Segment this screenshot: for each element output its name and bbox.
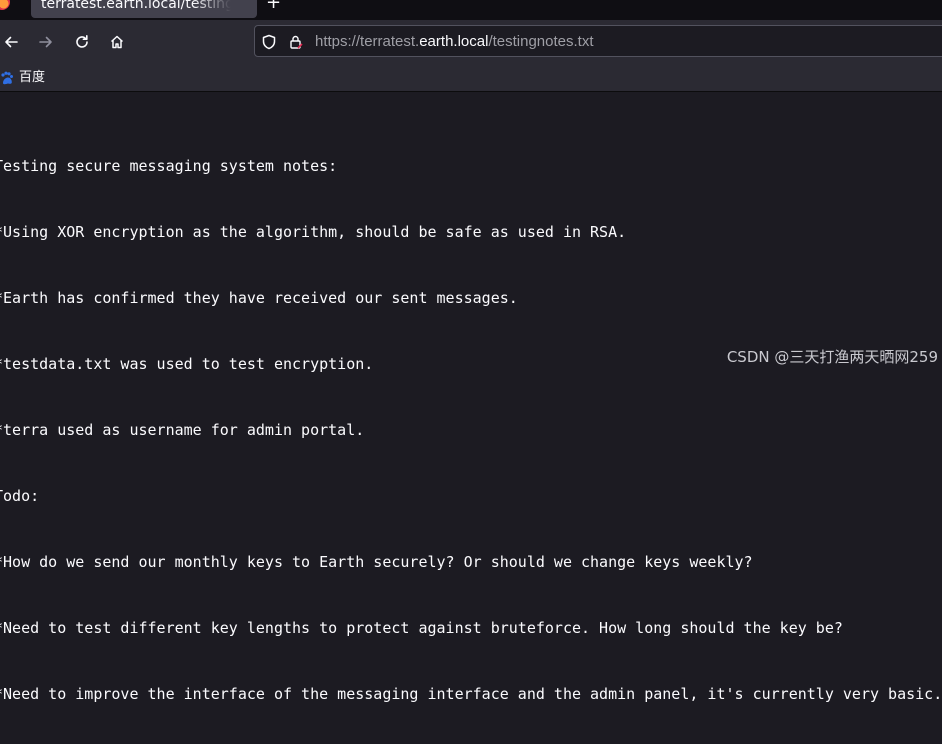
reload-icon bbox=[76, 35, 88, 48]
bookmark-label: 百度 bbox=[19, 70, 46, 85]
baidu-icon bbox=[0, 71, 14, 85]
document-line: *Earth has confirmed they have received … bbox=[0, 289, 518, 307]
url-path: /testingnotes.txt bbox=[488, 33, 594, 50]
bookmarks-toolbar: 百度 bbox=[0, 64, 942, 92]
shield-icon[interactable] bbox=[260, 33, 278, 51]
back-button[interactable] bbox=[0, 28, 25, 56]
url-scheme: https://terratest. bbox=[315, 33, 420, 50]
home-icon bbox=[110, 35, 124, 49]
browser-logo-icon[interactable] bbox=[0, 0, 10, 10]
arrow-right-icon bbox=[39, 36, 52, 48]
tab-active[interactable]: terratest.earth.local/testingnotes.txt bbox=[31, 0, 257, 18]
document-line: *Using XOR encryption as the algorithm, … bbox=[0, 223, 627, 241]
home-button[interactable] bbox=[103, 28, 131, 56]
document-line: *How do we send our monthly keys to Eart… bbox=[0, 553, 753, 571]
document-line: Testing secure messaging system notes: bbox=[0, 157, 338, 175]
address-bar[interactable]: https://terratest.earth.local/testingnot… bbox=[254, 25, 942, 57]
bookmark-baidu[interactable]: 百度 bbox=[0, 68, 45, 88]
url-host: earth.local bbox=[419, 33, 489, 50]
page-content: Testing secure messaging system notes: *… bbox=[0, 92, 942, 703]
tab-strip: terratest.earth.local/testingnotes.txt + bbox=[0, 0, 942, 20]
document-line: *Need to test different key lengths to p… bbox=[0, 619, 843, 637]
csdn-watermark: CSDN @三天打渔两天晒网259 bbox=[726, 348, 938, 366]
document-line: *Need to improve the interface of the me… bbox=[0, 685, 942, 703]
document-line: Todo: bbox=[0, 487, 40, 505]
text-document: Testing secure messaging system notes: *… bbox=[0, 111, 942, 744]
arrow-left-icon bbox=[5, 36, 18, 48]
reload-button[interactable] bbox=[68, 28, 96, 56]
tab-title: terratest.earth.local/testingnotes.txt bbox=[41, 0, 231, 12]
navigation-toolbar: https://terratest.earth.local/testingnot… bbox=[0, 20, 942, 64]
document-line: *terra used as username for admin portal… bbox=[0, 421, 365, 439]
url-text[interactable]: https://terratest.earth.local/testingnot… bbox=[315, 33, 594, 51]
new-tab-button[interactable]: + bbox=[266, 0, 281, 12]
forward-button[interactable] bbox=[32, 28, 60, 56]
lock-icon[interactable] bbox=[287, 33, 305, 51]
